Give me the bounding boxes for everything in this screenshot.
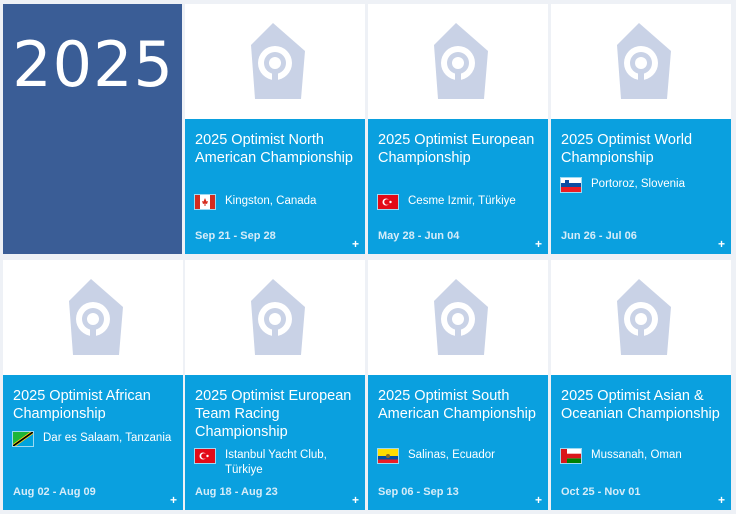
event-location: Salinas, Ecuador	[378, 448, 538, 463]
optimist-logo-icon	[434, 278, 488, 355]
event-dates: Sep 06 - Sep 13	[378, 486, 459, 498]
expand-button[interactable]: +	[352, 494, 359, 506]
event-dates: Sep 21 - Sep 28	[195, 230, 276, 242]
tanzania-flag-icon	[13, 432, 33, 446]
expand-button[interactable]: +	[535, 238, 542, 250]
event-dates: Aug 18 - Aug 23	[195, 486, 278, 498]
year-tile: 2025	[3, 4, 182, 254]
event-image	[185, 260, 365, 375]
optimist-logo-icon	[617, 22, 671, 99]
expand-button[interactable]: +	[170, 494, 177, 506]
event-image	[368, 260, 548, 375]
expand-button[interactable]: +	[535, 494, 542, 506]
optimist-logo-icon	[251, 278, 305, 355]
event-location: Istanbul Yacht Club, Türkiye	[195, 448, 355, 478]
optimist-logo-icon	[434, 22, 488, 99]
event-dates: May 28 - Jun 04	[378, 230, 460, 242]
event-card[interactable]: 2025 Optimist Asian & Oceanian Champions…	[551, 260, 731, 510]
year-heading: 2025	[12, 28, 174, 101]
event-image	[3, 260, 183, 375]
event-card[interactable]: 2025 Optimist World Championship Portoro…	[551, 4, 731, 254]
event-title[interactable]: 2025 Optimist North American Championshi…	[195, 131, 361, 167]
event-image	[368, 4, 548, 119]
event-card[interactable]: 2025 Optimist European Team Racing Champ…	[185, 260, 365, 510]
event-title[interactable]: 2025 Optimist African Championship	[13, 387, 179, 423]
event-card[interactable]: 2025 Optimist North American Championshi…	[185, 4, 365, 254]
event-location: Cesme Izmir, Türkiye	[378, 194, 538, 209]
event-title[interactable]: 2025 Optimist South American Championshi…	[378, 387, 544, 423]
canada-flag-icon	[195, 195, 215, 209]
event-title[interactable]: 2025 Optimist European Championship	[378, 131, 544, 167]
expand-button[interactable]: +	[718, 238, 725, 250]
event-title[interactable]: 2025 Optimist World Championship	[561, 131, 727, 167]
turkiye-flag-icon	[378, 195, 398, 209]
event-image	[551, 4, 731, 119]
event-location: Portoroz, Slovenia	[561, 177, 721, 192]
event-dates: Oct 25 - Nov 01	[561, 486, 641, 498]
expand-button[interactable]: +	[352, 238, 359, 250]
event-image	[185, 4, 365, 119]
event-dates: Jun 26 - Jul 06	[561, 230, 637, 242]
event-dates: Aug 02 - Aug 09	[13, 486, 96, 498]
turkiye-flag-icon	[195, 449, 215, 463]
event-card[interactable]: 2025 Optimist African Championship Dar e…	[3, 260, 183, 510]
event-location: Kingston, Canada	[195, 194, 355, 209]
ecuador-flag-icon	[378, 449, 398, 463]
event-location: Dar es Salaam, Tanzania	[13, 431, 173, 446]
optimist-logo-icon	[251, 22, 305, 99]
oman-flag-icon	[561, 449, 581, 463]
slovenia-flag-icon	[561, 178, 581, 192]
event-location: Mussanah, Oman	[561, 448, 721, 463]
event-image	[551, 260, 731, 375]
optimist-logo-icon	[617, 278, 671, 355]
expand-button[interactable]: +	[718, 494, 725, 506]
event-title[interactable]: 2025 Optimist Asian & Oceanian Champions…	[561, 387, 727, 423]
optimist-logo-icon	[69, 278, 123, 355]
event-card[interactable]: 2025 Optimist European Championship Cesm…	[368, 4, 548, 254]
event-card[interactable]: 2025 Optimist South American Championshi…	[368, 260, 548, 510]
event-title[interactable]: 2025 Optimist European Team Racing Champ…	[195, 387, 361, 441]
